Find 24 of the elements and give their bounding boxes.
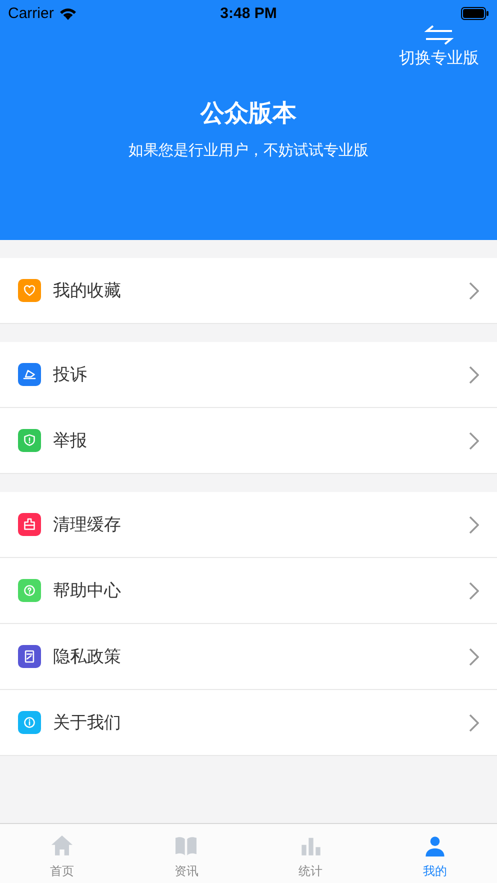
menu-label: 帮助中心 (53, 580, 122, 602)
battery-icon (461, 6, 490, 20)
tab[interactable]: 我的 (372, 824, 497, 883)
subtitle: 如果您是行业用户，不妨试试专业版 (128, 141, 370, 160)
tab[interactable]: 资讯 (124, 824, 248, 883)
chevron-right-icon (469, 648, 479, 666)
swap-arrows-icon (424, 24, 454, 46)
menu-label: 隐私政策 (53, 646, 122, 668)
wifi-icon (58, 6, 77, 20)
chevron-right-icon (469, 282, 479, 300)
clock: 3:48 PM (220, 4, 277, 22)
menu-label: 关于我们 (53, 712, 122, 734)
carrier-label: Carrier (8, 4, 54, 22)
chevron-right-icon (469, 582, 479, 600)
page-title: 公众版本 (199, 98, 298, 129)
switch-version-button[interactable]: 切换专业版 (399, 24, 479, 69)
menu-label: 我的收藏 (53, 280, 122, 302)
menu-label: 举报 (53, 430, 88, 452)
chevron-right-icon (469, 516, 479, 534)
chevron-right-icon (469, 714, 479, 732)
chevron-right-icon (469, 366, 479, 384)
menu-label: 投诉 (53, 364, 88, 386)
menu-label: 清理缓存 (53, 514, 122, 536)
chevron-right-icon (469, 432, 479, 450)
